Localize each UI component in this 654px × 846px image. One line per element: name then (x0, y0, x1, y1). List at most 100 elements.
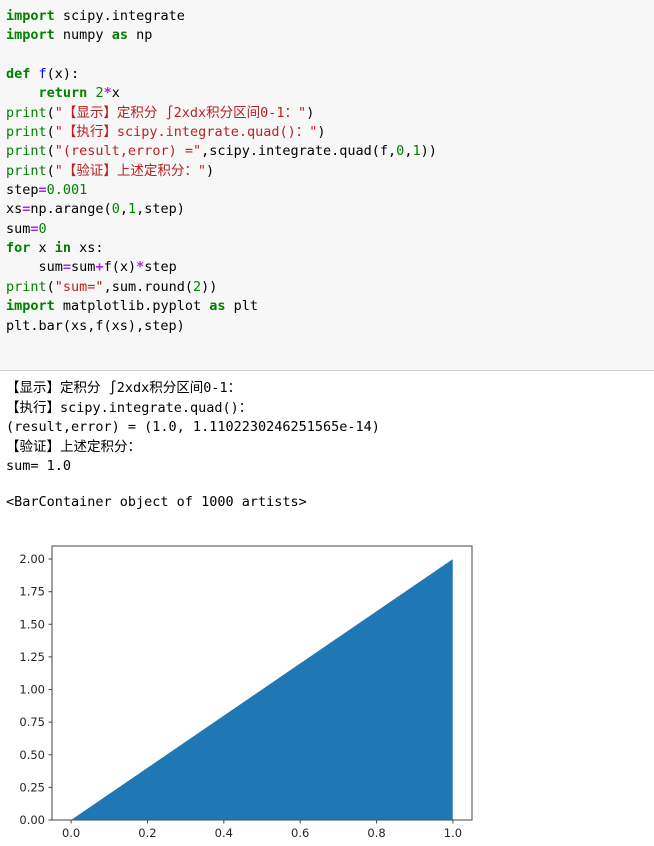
bar-chart: 0.00 0.25 0.50 0.75 1.00 1.25 1.50 1.75 2.00 0.0… (19, 545, 473, 840)
code-token: matplotlib.pyplot (54, 298, 210, 315)
y-tick-label: 1.75 (19, 585, 45, 599)
code-token: x (30, 240, 55, 257)
code-token: as (209, 298, 226, 315)
code-token: 1 (127, 201, 137, 218)
code-token: print (6, 104, 47, 121)
code-token: import (6, 298, 55, 315)
y-tick-label: 0.00 (19, 813, 45, 827)
code-line: import scipy.integrate (6, 7, 654, 26)
code-token: "【执行】scipy.integrate.quad()：" (54, 124, 318, 141)
code-token: 0 (38, 220, 47, 237)
code-token: )) (420, 143, 437, 160)
code-token: ) (306, 104, 315, 121)
code-line: import matplotlib.pyplot as plt (6, 297, 654, 316)
code-token: numpy (54, 27, 112, 44)
code-token: (x): (46, 66, 80, 83)
code-token: ,scipy.integrate.quad(f, (201, 143, 397, 160)
code-line: sum=0 (6, 220, 654, 239)
code-token: sum (6, 259, 63, 276)
y-tick-label: 1.50 (19, 617, 45, 631)
code-token: plt (225, 298, 258, 315)
code-token: "【验证】上述定积分：" (54, 162, 207, 179)
code-token: for (6, 240, 31, 257)
output-spacer (6, 477, 654, 493)
code-line: import numpy as np (6, 26, 654, 45)
code-token: as (111, 27, 128, 44)
code-line: xs=np.arange(0,1,step) (6, 200, 654, 219)
code-token: def (6, 66, 31, 83)
code-token: = (62, 259, 72, 276)
code-token: print (6, 143, 47, 160)
output-line: (result,error) = (1.0, 1.110223024625156… (6, 419, 380, 435)
x-axis-ticks: 0.0 0.2 0.4 0.6 0.8 1.0 (62, 820, 462, 840)
code-token: import (6, 27, 55, 44)
x-tick-label: 0.2 (138, 826, 156, 840)
code-source[interactable]: import scipy.integrate import numpy as np… (6, 7, 654, 336)
y-tick-label: 0.50 (19, 748, 45, 762)
y-tick-label: 0.25 (19, 780, 45, 794)
notebook-page: import scipy.integrate import numpy as np… (0, 0, 654, 846)
output-line: 【执行】scipy.integrate.quad()： (6, 399, 253, 416)
code-token: * (136, 259, 145, 276)
cell-output-text: 【显示】定积分 ∫2xdx积分区间0-1： 【执行】scipy.integrate… (0, 371, 654, 512)
code-line: def f(x): (6, 65, 654, 84)
matplotlib-figure: 0.00 0.25 0.50 0.75 1.00 1.25 1.50 1.75 2.00 0.0… (0, 540, 500, 846)
code-token: plt.bar(xs,f(xs),step) (6, 317, 185, 334)
code-token: "sum=" (54, 278, 104, 295)
code-token: ( (46, 124, 55, 141)
x-tick-label: 0.6 (291, 826, 309, 840)
code-token: sum (71, 259, 96, 276)
code-token: 0.001 (46, 182, 88, 199)
code-line: for x in xs: (6, 239, 654, 258)
code-line: sum=sum+f(x)*step (6, 258, 654, 277)
code-token: ( (46, 104, 55, 121)
code-token: xs: (71, 240, 104, 257)
code-line: print("【显示】定积分 ∫2xdx积分区间0-1：") (6, 104, 654, 123)
code-token: step (144, 259, 177, 276)
code-token: ) (317, 124, 326, 141)
code-token: "【显示】定积分 ∫2xdx积分区间0-1：" (54, 104, 307, 121)
code-token: ,step) (136, 201, 185, 218)
code-token: scipy (54, 8, 104, 24)
output-line: sum= 1.0 (6, 458, 72, 474)
code-line: print("(result,error) =",scipy.integrate… (6, 142, 654, 161)
output-line: 【显示】定积分 ∫2xdx积分区间0-1： (6, 380, 242, 396)
code-token: 1 (412, 143, 421, 160)
code-line: print("【执行】scipy.integrate.quad()：") (6, 123, 654, 142)
code-token: sum (6, 220, 31, 237)
code-token: print (6, 278, 47, 295)
x-tick-label: 0.8 (367, 826, 385, 840)
code-token: integrate (111, 8, 185, 24)
code-line: plt.bar(xs,f(xs),step) (6, 317, 654, 336)
code-token: f (38, 66, 47, 83)
code-line: return 2*x (6, 84, 654, 103)
code-token: . (103, 8, 112, 24)
x-tick-label: 1.0 (444, 826, 462, 840)
code-token: f(x) (103, 259, 137, 276)
y-axis-ticks: 0.00 0.25 0.50 0.75 1.00 1.25 1.50 1.75 2.00 (19, 552, 52, 827)
code-token: 0 (111, 201, 120, 218)
code-token: np.arange( (30, 201, 112, 218)
y-tick-label: 0.75 (19, 715, 45, 729)
code-token: x (111, 85, 120, 102)
repr-output: <BarContainer object of 1000 artists> (6, 493, 307, 510)
code-cell[interactable]: import scipy.integrate import numpy as np… (0, 0, 654, 371)
code-token: ) (206, 162, 215, 179)
code-token: ( (46, 143, 55, 160)
code-token: + (95, 259, 104, 276)
code-token: print (6, 124, 47, 141)
code-line: step=0.001 (6, 181, 654, 200)
code-token: "(result,error) =" (54, 143, 202, 160)
y-tick-label: 1.25 (19, 650, 45, 664)
code-token: in (54, 240, 72, 257)
x-tick-label: 0.0 (62, 826, 80, 840)
code-token: np (127, 27, 153, 44)
code-token: , (119, 201, 128, 218)
code-token: = (38, 182, 47, 199)
code-line: print("【验证】上述定积分：") (6, 162, 654, 181)
code-token: ( (46, 162, 55, 179)
code-token: ( (46, 278, 55, 295)
x-tick-label: 0.4 (215, 826, 233, 840)
